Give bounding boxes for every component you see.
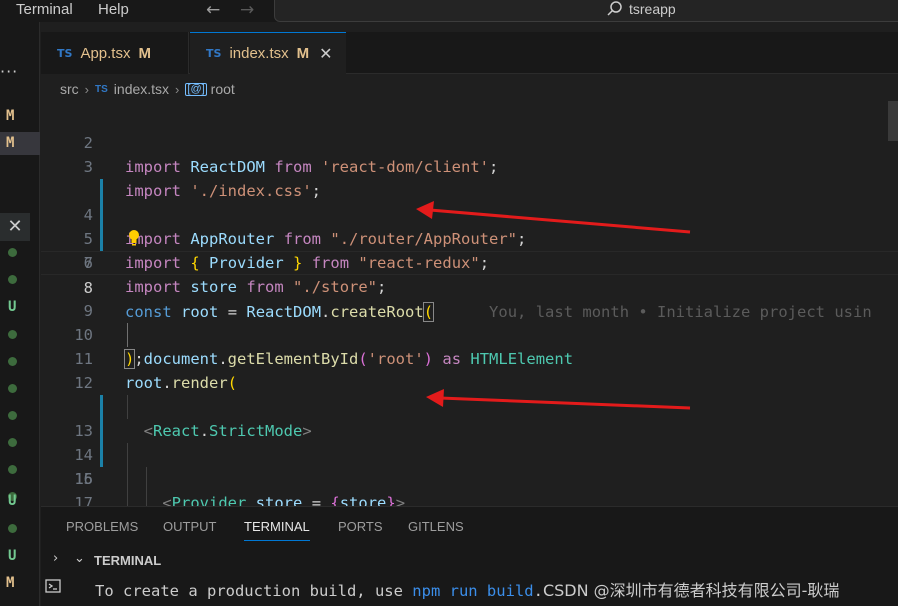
tab-app-tsx[interactable]: TS App.tsx M: [41, 32, 189, 74]
code-line: 17 );: [41, 467, 898, 506]
breadcrumb-folder[interactable]: src: [60, 81, 79, 97]
status-dot: [8, 524, 17, 533]
terminal-text: To create a production build, use: [95, 582, 413, 600]
terminal-text-end: .: [533, 582, 543, 600]
status-dot: [8, 384, 17, 393]
code-line: 15 </Provider>: [41, 419, 898, 506]
bottom-panel: PROBLEMS OUTPUT TERMINAL PORTS GITLENS ›…: [41, 506, 898, 606]
code-line: 9 document.getElementById('root') as HTM…: [41, 275, 898, 368]
tab-gitlens[interactable]: GITLENS: [408, 519, 464, 534]
chevron-right-icon: ›: [84, 81, 90, 97]
code-line: 4 import AppRouter from "./router/AppRou…: [41, 155, 898, 248]
untracked-badge: U: [8, 299, 17, 315]
chevron-right-icon: ›: [175, 81, 180, 97]
status-dot: [8, 275, 17, 284]
modified-badge: M: [296, 45, 310, 62]
menu-terminal[interactable]: Terminal: [16, 1, 73, 18]
status-dot: [8, 465, 17, 474]
tab-ports[interactable]: PORTS: [338, 519, 383, 534]
close-tab-icon[interactable]: ✕: [319, 44, 332, 64]
typescript-file-icon: TS: [95, 83, 108, 95]
symbol-variable-icon: [@]: [185, 82, 207, 96]
code-line: 5 import { Provider } from "react-redux"…: [41, 179, 898, 272]
forward-arrow-icon[interactable]: →: [240, 0, 254, 20]
typescript-file-icon: TS: [57, 46, 73, 60]
code-line: 13 <Provider store = {store}>: [41, 371, 898, 506]
search-text: tsreapp: [629, 1, 676, 17]
status-dot: [8, 438, 17, 447]
code-line: 18: [41, 491, 898, 506]
tab-problems[interactable]: PROBLEMS: [66, 519, 138, 534]
command-center-search[interactable]: [274, 0, 898, 22]
code-line: 12 <React.StrictMode>: [41, 347, 898, 440]
tab-label: App.tsx: [80, 44, 131, 62]
breadcrumb-symbol[interactable]: root: [211, 81, 235, 97]
code-line-current: 8 const root = ReactDOM.createRoot( You,…: [41, 251, 898, 322]
terminal-command: npm run build: [412, 582, 534, 600]
search-icon: [607, 1, 622, 16]
code-line: 10 );: [41, 299, 898, 369]
lightbulb-icon[interactable]: [127, 229, 141, 247]
typescript-file-icon: TS: [206, 47, 222, 60]
status-dot: [8, 411, 17, 420]
code-editor[interactable]: 2 import ReactDOM from 'react-dom/client…: [41, 101, 898, 506]
chevron-right-icon[interactable]: ›: [53, 551, 58, 566]
untracked-badge: U: [8, 493, 17, 509]
code-line: 14 <AppRouter />: [41, 395, 898, 506]
terminal-output-line: To create a production build, use npm ru…: [95, 577, 839, 601]
tab-output[interactable]: OUTPUT: [163, 519, 216, 534]
editor-tab-bar: TS App.tsx M TS index.tsx M ✕: [41, 32, 898, 74]
terminal-section-header[interactable]: › ⌄ TERMINAL: [41, 547, 898, 573]
tab-terminal[interactable]: TERMINAL: [244, 519, 310, 534]
modified-badge: M: [6, 575, 15, 591]
code-line: 3 import './index.css';: [41, 131, 898, 200]
title-bar: Terminal Help ← → tsreapp: [0, 0, 898, 22]
active-tab-indicator: [244, 540, 310, 541]
terminal-icon[interactable]: [44, 577, 64, 597]
code-line: 7: [41, 227, 898, 272]
chevron-down-icon[interactable]: ⌄: [74, 551, 85, 566]
more-actions-icon[interactable]: ···: [0, 62, 24, 81]
code-line: 11 root.render(: [41, 323, 898, 392]
tab-index-tsx[interactable]: TS index.tsx M ✕: [190, 32, 346, 74]
explorer-item-modified-selected[interactable]: M: [0, 132, 40, 155]
explorer-strip: ··· M M ✕ U U U M: [0, 22, 40, 606]
code-line: 16 </React.StrictMode>: [41, 443, 898, 506]
section-title: TERMINAL: [94, 553, 162, 568]
status-dot: [8, 357, 17, 366]
untracked-badge: U: [8, 548, 17, 564]
status-dot: [8, 330, 17, 339]
breadcrumb: src › TS index.tsx › [@] root: [60, 79, 235, 99]
code-line: 6 import store from "./store";: [41, 203, 898, 296]
status-dot: [8, 248, 17, 257]
breadcrumb-file[interactable]: index.tsx: [114, 81, 169, 97]
back-arrow-icon[interactable]: ←: [206, 0, 220, 20]
tab-label: index.tsx: [229, 45, 289, 62]
close-icon[interactable]: ✕: [0, 213, 30, 241]
watermark-text: CSDN @深圳市有德者科技有限公司-耿瑞: [542, 581, 840, 600]
code-line: 2 import ReactDOM from 'react-dom/client…: [41, 107, 898, 176]
menu-help[interactable]: Help: [98, 1, 129, 18]
modified-badge: M: [138, 44, 151, 62]
explorer-item-modified[interactable]: M: [0, 105, 40, 128]
